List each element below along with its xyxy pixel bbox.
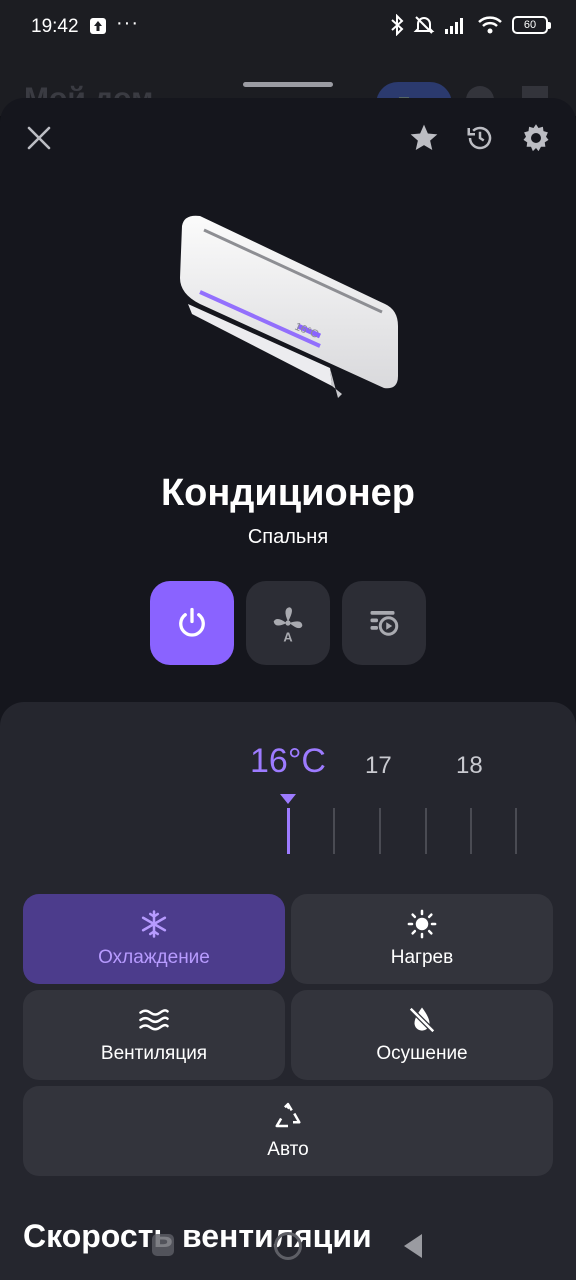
temperature-tick[interactable] [333,808,335,854]
svg-text:A: A [283,630,292,643]
battery-indicator: 60 [512,16,551,34]
temperature-option-18[interactable]: 18 [456,752,483,780]
sun-icon [407,909,437,939]
temperature-tick[interactable] [515,808,517,854]
snowflake-icon [141,910,167,938]
power-button[interactable] [150,581,234,665]
fan-speed-title: Скорость вентиляции [23,1218,372,1254]
bluetooth-icon [391,14,404,36]
close-button[interactable] [21,120,57,156]
sheet-grabber[interactable] [243,82,333,87]
no-drop-icon [408,1006,436,1034]
playlist-play-icon [370,611,399,636]
fan-auto-button[interactable]: A [246,581,330,665]
climate-panel: 16°C 17 18 Охлаждение Нагрев Вентиляция … [0,702,576,1280]
star-icon [410,124,438,150]
wind-waves-icon [139,1009,169,1031]
mode-drying-button[interactable]: Осушение [291,990,553,1080]
gear-icon [523,124,549,152]
temperature-tick[interactable] [470,808,472,854]
device-title: Кондиционер [160,472,416,514]
mode-cooling-label: Охлаждение [98,947,210,968]
history-button[interactable] [462,120,498,156]
status-bar: 19:42 ··· 60 [0,0,576,56]
temperature-tick[interactable] [287,808,290,854]
temperature-tick[interactable] [379,808,381,854]
upload-notification-icon [90,18,106,34]
scenario-button[interactable] [342,581,426,665]
wifi-icon [478,16,502,34]
air-conditioner-image: 16°C [180,215,398,398]
mute-icon [413,16,435,34]
more-notifications-icon: ··· [116,12,139,34]
settings-button[interactable] [518,120,554,156]
mode-cooling-button[interactable]: Охлаждение [23,894,285,984]
mode-drying-label: Осушение [376,1043,468,1064]
fan-auto-icon: A [273,607,303,643]
mode-auto-label: Авто [267,1139,309,1160]
temperature-tick[interactable] [425,808,427,854]
power-icon [179,607,205,637]
temperature-current: 16°C [250,742,326,780]
status-icons: 60 [390,14,551,36]
mode-heating-button[interactable]: Нагрев [291,894,553,984]
favorite-button[interactable] [406,120,442,156]
mode-heating-label: Нагрев [390,947,454,968]
device-room: Спальня [247,526,329,548]
recycle-auto-icon [275,1102,301,1128]
back-nav-icon[interactable] [404,1234,422,1258]
mode-auto-button[interactable]: Авто [23,1086,553,1176]
temperature-pointer[interactable] [280,794,296,804]
device-sheet: 16°C Кондиционер Спальня A 16°C 17 18 Ох… [0,98,576,1280]
temperature-option-17[interactable]: 17 [365,752,392,780]
mode-ventilation-button[interactable]: Вентиляция [23,990,285,1080]
home-nav-icon[interactable] [274,1232,302,1260]
history-icon [467,126,492,150]
signal-icon [445,18,463,34]
mode-ventilation-label: Вентиляция [100,1043,208,1064]
status-time: 19:42 [31,16,79,37]
recents-nav-icon[interactable] [152,1234,174,1256]
close-icon [27,126,51,150]
